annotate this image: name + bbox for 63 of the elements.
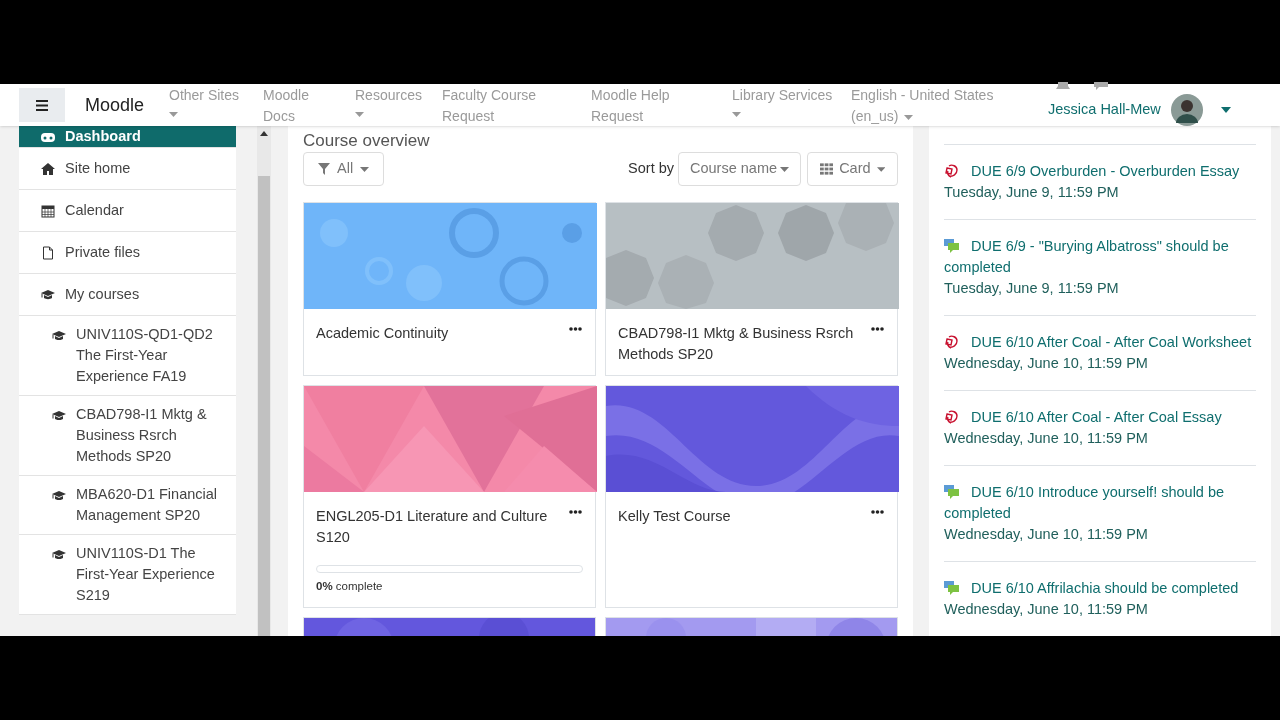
course-link[interactable]: CBAD798-I1 Mktg & Business Rsrch Methods SP20: [19, 396, 236, 476]
sidebar-item[interactable]: Dashboard: [19, 126, 236, 148]
graduation-cap-icon: [52, 409, 66, 420]
home-icon: [41, 161, 55, 176]
sidebar-item[interactable]: Calendar: [19, 190, 236, 232]
course-link[interactable]: UNIV110S-D1 The First-Year Experience S219: [19, 535, 236, 615]
graduation-cap-icon: [52, 489, 66, 500]
course-link[interactable]: MBA620-D1 Financial Management SP20: [19, 476, 236, 535]
forum-icon: [944, 484, 959, 499]
sort-dropdown[interactable]: Course name: [678, 152, 801, 186]
file-icon: [41, 245, 55, 260]
graduation-cap-icon: [41, 287, 55, 302]
event-title[interactable]: DUE 6/10 After Coal - After Coal Worksheet: [944, 332, 1256, 353]
assignment-icon: [944, 164, 959, 178]
user-name[interactable]: Jessica Hall-Mew: [1048, 99, 1161, 121]
sidebar-item[interactable]: My courses: [19, 274, 236, 316]
event-date: Wednesday, June 10, 11:59 PM: [944, 429, 1149, 448]
more-icon: [870, 327, 884, 331]
course-title[interactable]: Kelly Test Course: [618, 506, 861, 527]
caret-icon: [780, 166, 789, 172]
event-title[interactable]: DUE 6/9 Overburden - Overburden Essay: [944, 161, 1256, 182]
calendar-icon: [41, 203, 55, 218]
section-title: Course overview: [303, 130, 431, 152]
caret-icon: [360, 166, 370, 172]
caret-icon: [876, 166, 885, 172]
filter-dropdown[interactable]: All: [303, 152, 385, 186]
event-title[interactable]: DUE 6/9 - "Burying Albatross" should be completed: [944, 236, 1256, 278]
sort-label: Sort by: [628, 159, 674, 179]
event-title[interactable]: DUE 6/10 Affrilachia should be completed: [944, 578, 1256, 599]
event-date: Tuesday, June 9, 11:59 PM: [944, 183, 1120, 202]
grid-icon: [820, 163, 834, 175]
scroll-up-arrow-icon[interactable]: [260, 131, 268, 136]
course-link[interactable]: UNIV110S-QD1-QD2 The First-Year Experience FA19: [19, 316, 236, 396]
caret-icon[interactable]: [1220, 107, 1231, 113]
scrollbar-thumb[interactable]: [258, 176, 270, 636]
bell-icon[interactable]: [1056, 82, 1070, 90]
course-title[interactable]: ENGL205-D1 Literature and Culture S120: [316, 506, 559, 548]
graduation-cap-icon: [52, 548, 66, 559]
event-date: Wednesday, June 10, 11:59 PM: [944, 525, 1149, 544]
more-icon: [568, 510, 582, 514]
filter-icon: [318, 163, 330, 175]
more-icon: [870, 510, 884, 514]
assignment-icon: [944, 335, 959, 349]
progress-label: 0% complete: [316, 578, 384, 594]
event-title[interactable]: DUE 6/10 After Coal - After Coal Essay: [944, 407, 1256, 428]
sidebar-item[interactable]: Site home: [19, 148, 236, 190]
site-name[interactable]: Moodle: [85, 91, 169, 119]
forum-icon: [944, 580, 959, 595]
course-title[interactable]: Academic Continuity: [316, 323, 559, 344]
event-title[interactable]: DUE 6/10 Introduce yourself! should be completed: [944, 482, 1256, 524]
sidebar-item[interactable]: Private files: [19, 232, 236, 274]
more-icon: [568, 327, 582, 331]
forum-icon: [944, 238, 959, 253]
menu-icon: [36, 99, 48, 111]
course-title[interactable]: CBAD798-I1 Mktg & Business Rsrch Methods SP20: [618, 323, 861, 365]
assignment-icon: [944, 410, 959, 424]
event-date: Tuesday, June 9, 11:59 PM: [944, 279, 1120, 298]
graduation-cap-icon: [52, 329, 66, 340]
event-date: Wednesday, June 10, 11:59 PM: [944, 354, 1149, 373]
avatar[interactable]: [1170, 94, 1203, 126]
event-date: Wednesday, June 10, 11:59 PM: [944, 600, 1149, 619]
view-dropdown[interactable]: Card: [807, 152, 898, 186]
menu-button[interactable]: [19, 88, 65, 122]
